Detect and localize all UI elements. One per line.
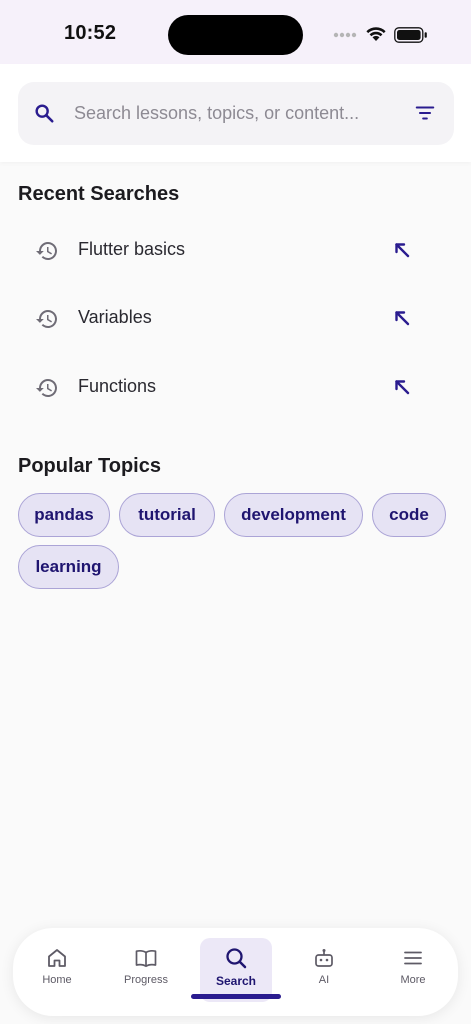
topic-chip-pandas[interactable]: pandas [18, 493, 110, 537]
topic-chip-tutorial[interactable]: tutorial [119, 493, 215, 537]
signal-dots-icon [333, 32, 357, 38]
battery-icon [394, 27, 427, 43]
recent-searches-title: Recent Searches [18, 183, 180, 205]
wifi-icon [366, 27, 386, 41]
arrow-up-left-icon[interactable] [392, 308, 412, 328]
menu-icon [404, 951, 422, 965]
nav-label-more: More [400, 974, 426, 986]
arrow-up-left-icon[interactable] [392, 240, 412, 260]
nav-item-progress[interactable]: Progress [111, 938, 181, 1002]
book-icon [135, 950, 157, 968]
nav-label-progress: Progress [123, 974, 169, 986]
nav-label-home: Home [42, 974, 72, 986]
history-icon [36, 379, 57, 397]
recent-search-label: Flutter basics [78, 239, 186, 259]
recent-search-label: Functions [78, 376, 157, 396]
recent-search-item[interactable]: Variables [18, 290, 454, 348]
dynamic-island [168, 15, 303, 55]
robot-icon [315, 949, 333, 967]
nav-item-more[interactable]: More [378, 938, 448, 1002]
nav-item-search[interactable]: Search [200, 938, 272, 1002]
home-icon [48, 949, 66, 967]
nav-item-home[interactable]: Home [22, 938, 92, 1002]
history-icon [36, 310, 57, 328]
recent-search-item[interactable]: Functions [18, 359, 454, 417]
topic-chip-development[interactable]: development [224, 493, 363, 537]
nav-label-ai: AI [318, 974, 330, 986]
arrow-up-left-icon[interactable] [392, 377, 412, 397]
topic-chip-learning[interactable]: learning [18, 545, 119, 589]
search-icon [35, 104, 54, 123]
search-icon [226, 948, 247, 969]
status-time: 10:52 [64, 22, 117, 44]
bottom-nav: Home Progress Search AI More [13, 928, 458, 1016]
search-box[interactable] [18, 82, 454, 145]
active-tab-indicator [191, 994, 281, 999]
recent-search-item[interactable]: Flutter basics [18, 222, 454, 280]
popular-topics-title: Popular Topics [18, 455, 161, 477]
filter-icon[interactable] [414, 102, 436, 124]
history-icon [36, 242, 57, 260]
recent-search-label: Variables [78, 307, 152, 327]
nav-item-ai[interactable]: AI [289, 938, 359, 1002]
status-bar: 10:52 [0, 0, 471, 64]
topic-chip-code[interactable]: code [372, 493, 446, 537]
nav-label-search: Search [215, 974, 257, 988]
search-input[interactable] [74, 97, 394, 130]
search-panel [0, 64, 471, 162]
